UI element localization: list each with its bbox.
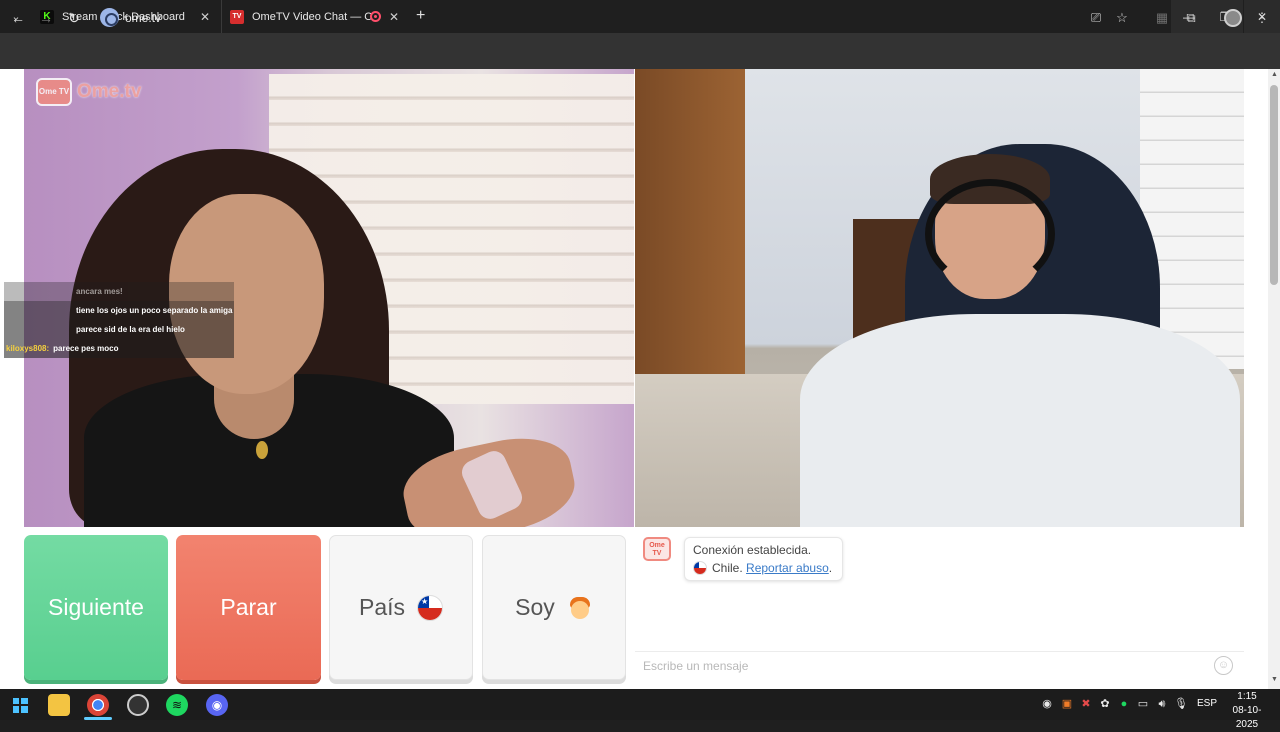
network-icon[interactable]: ▭: [1136, 697, 1150, 711]
clock-date: 08-10-2025: [1232, 705, 1262, 730]
clock-time: 1:15: [1237, 691, 1257, 702]
chat-message: tiene los ojos un poco separado la amiga: [76, 306, 233, 315]
system-message: Conexión establecida. Chile. Reportar ab…: [684, 537, 843, 581]
extensions-puzzle-icon[interactable]: ⧉: [1182, 9, 1200, 27]
ometv-icon: TV: [230, 9, 244, 24]
next-button-label: Siguiente: [48, 594, 144, 620]
person-hoodie: [800, 314, 1240, 527]
discord-app-icon[interactable]: ◉: [206, 694, 228, 716]
scroll-down-icon[interactable]: ▼: [1271, 676, 1278, 683]
self-video: [635, 69, 1244, 527]
overlay-chat-line: ancara mes!: [4, 282, 234, 301]
scrollbar-thumb[interactable]: [1270, 85, 1278, 285]
spotify-icon[interactable]: ≋: [166, 694, 188, 716]
cast-icon[interactable]: ⎚: [1087, 9, 1105, 27]
tab-close-icon[interactable]: ✕: [389, 10, 399, 24]
url-field[interactable]: ome.tv: [125, 11, 161, 25]
country-button-label: País: [358, 594, 406, 620]
ometv-chat-logo-icon: Ome TV: [643, 537, 671, 561]
chat-message-input[interactable]: Escribe un mensaje: [635, 651, 1244, 680]
emoji-smiley-icon[interactable]: ☺: [1214, 656, 1233, 675]
back-arrow-icon[interactable]: ←: [9, 9, 27, 27]
chrome-icon[interactable]: [87, 694, 109, 716]
profile-avatar[interactable]: [1224, 9, 1242, 27]
country-filter-button[interactable]: País ★: [329, 535, 473, 680]
tab-ometv[interactable]: TV OmeTV Video Chat — Ome ✕: [221, 0, 409, 33]
microphone-muted-icon[interactable]: ✖: [1079, 697, 1093, 711]
bookmark-star-icon[interactable]: ☆: [1113, 9, 1131, 27]
menu-kebab-icon[interactable]: ⋮: [1253, 9, 1271, 27]
discord-tray-icon[interactable]: ◉: [1040, 697, 1054, 711]
gender-select-button[interactable]: Soy: [482, 535, 626, 680]
report-abuse-link[interactable]: Reportar abuso: [746, 561, 829, 575]
chile-flag-icon: ★: [417, 594, 444, 621]
microphone-icon[interactable]: 🎙︎: [1174, 697, 1188, 711]
overlay-chat-line: parece sid de la era del hielo: [4, 320, 234, 339]
new-tab-icon[interactable]: +: [416, 7, 425, 25]
tab-title: OmeTV Video Chat — Ome: [252, 10, 372, 23]
tray-app-icon[interactable]: ▣: [1060, 697, 1074, 711]
reload-icon[interactable]: ↻: [65, 9, 83, 27]
pendant: [256, 441, 268, 459]
extension-grid-icon[interactable]: ▦: [1153, 9, 1171, 27]
country-text: Chile.: [712, 561, 743, 575]
headset: [925, 179, 1055, 289]
recording-indicator-icon: [370, 11, 381, 22]
ometv-tv-icon: Ome TV: [36, 78, 72, 106]
volume-icon[interactable]: 🔊︎: [1155, 697, 1169, 711]
overlay-chat-line: tiene los ojos un poco separado la amiga: [4, 301, 234, 320]
chile-flag-icon: [693, 561, 707, 575]
forward-arrow-icon[interactable]: →: [37, 9, 55, 27]
chat-message: ancara mes!: [76, 287, 123, 296]
site-info-icon[interactable]: [100, 8, 119, 27]
ometv-brand-text: Ome.tv: [77, 81, 142, 102]
address-bar: [0, 33, 1280, 69]
obs-icon[interactable]: [127, 694, 149, 716]
tab-close-icon[interactable]: ✕: [200, 10, 210, 24]
system-clock[interactable]: 1:15 08-10-2025: [1222, 690, 1272, 732]
windows-logo-icon: [12, 697, 28, 713]
stop-button-label: Parar: [220, 594, 277, 620]
chat-message: parece pes moco: [53, 344, 119, 353]
overlay-chat-line: kiloxys808: parece pes moco: [4, 339, 234, 358]
chat-username: kiloxys808:: [6, 344, 50, 353]
connection-status-text: Conexión establecida.: [693, 543, 812, 557]
next-button[interactable]: Siguiente: [24, 535, 168, 680]
input-language[interactable]: ESP: [1197, 698, 1217, 709]
tray-utility-icon[interactable]: ✿: [1098, 697, 1112, 711]
start-button[interactable]: [9, 694, 31, 716]
chat-message: parece sid de la era del hielo: [76, 325, 185, 334]
stop-button[interactable]: Parar: [176, 535, 321, 680]
stream-chat-overlay: ancara mes! tiene los ojos un poco separ…: [4, 282, 234, 358]
spotify-tray-icon[interactable]: ●: [1117, 697, 1131, 711]
ometv-logo: Ome TV Ome.tv: [36, 78, 141, 106]
file-explorer-icon[interactable]: [48, 694, 70, 716]
scroll-up-icon[interactable]: ▲: [1271, 71, 1278, 78]
boy-avatar-icon: [567, 595, 593, 621]
gender-button-label: Soy: [515, 594, 555, 620]
